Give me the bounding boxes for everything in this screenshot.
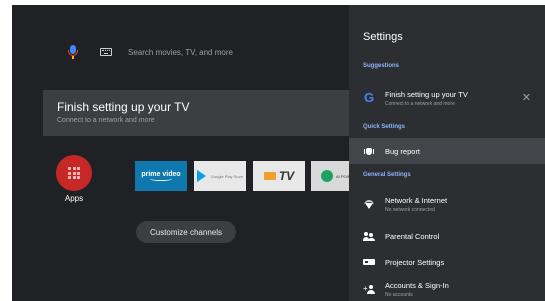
quick-settings-label: Quick Settings <box>363 124 406 130</box>
suggestions-label: Suggestions <box>363 63 400 69</box>
prime-video-smile-icon <box>150 177 172 181</box>
bug-report-item[interactable]: Bug report <box>349 138 545 164</box>
play-store-icon <box>196 170 206 182</box>
accounts-title: Accounts & Sign-In <box>385 280 449 290</box>
parental-control-item[interactable]: Parental Control <box>349 224 545 248</box>
apps-grid-icon <box>68 167 80 179</box>
add-account-icon: + <box>363 283 375 295</box>
parental-control-label: Parental Control <box>385 231 440 241</box>
accounts-signin-item[interactable]: + Accounts & Sign-In No accounts <box>349 277 545 301</box>
projector-settings-label: Projector Settings <box>385 257 445 267</box>
suggestion-finish-setup[interactable]: G Finish setting up your TV Connect to a… <box>349 83 545 113</box>
setup-banner[interactable]: Finish setting up your TV Connect to a n… <box>43 90 373 136</box>
suggestion-subtitle: Connect to a network and more <box>385 100 455 107</box>
keyboard-icon[interactable] <box>100 48 112 56</box>
channel-prime-video[interactable]: prime video <box>135 161 187 191</box>
microphone-icon[interactable] <box>68 45 78 59</box>
ai-point-icon <box>320 170 333 182</box>
network-internet-item[interactable]: Network & Internet No network connected <box>349 189 545 219</box>
google-g-icon: G <box>363 90 375 105</box>
network-title: Network & Internet <box>385 195 448 205</box>
channel-google-play[interactable]: Google Play Store <box>194 161 246 191</box>
network-subtitle: No network connected <box>385 206 435 213</box>
setup-banner-subtitle: Connect to a network and more <box>57 117 155 124</box>
customize-channels-button[interactable]: Customize channels <box>136 221 236 243</box>
search-placeholder[interactable]: Search movies, TV, and more <box>128 48 233 57</box>
settings-panel: Settings Suggestions G Finish setting up… <box>349 5 545 301</box>
search-bar[interactable]: Search movies, TV, and more <box>68 45 233 59</box>
settings-title: Settings <box>363 31 403 43</box>
tv-box-icon <box>263 172 276 180</box>
google-play-logo-text: Google Play Store <box>210 173 244 179</box>
parental-control-icon <box>363 230 375 242</box>
projector-icon <box>363 256 375 268</box>
projector-settings-item[interactable]: Projector Settings <box>349 250 545 274</box>
apps-button[interactable] <box>56 155 92 191</box>
apps-label: Apps <box>64 194 84 203</box>
setup-banner-title: Finish setting up your TV <box>57 100 190 114</box>
dismiss-suggestion-icon[interactable]: ✕ <box>522 92 531 104</box>
suggestion-title: Finish setting up your TV <box>385 89 468 99</box>
general-settings-label: General Settings <box>363 172 411 178</box>
accounts-subtitle: No accounts <box>385 291 413 298</box>
channel-tv[interactable]: TV <box>253 161 305 191</box>
wifi-icon <box>363 198 375 210</box>
tv-logo-text: TV <box>278 169 295 183</box>
bug-icon <box>363 145 375 157</box>
tv-screen: Search movies, TV, and more Finish setti… <box>12 5 545 301</box>
bug-report-label: Bug report <box>385 146 421 156</box>
